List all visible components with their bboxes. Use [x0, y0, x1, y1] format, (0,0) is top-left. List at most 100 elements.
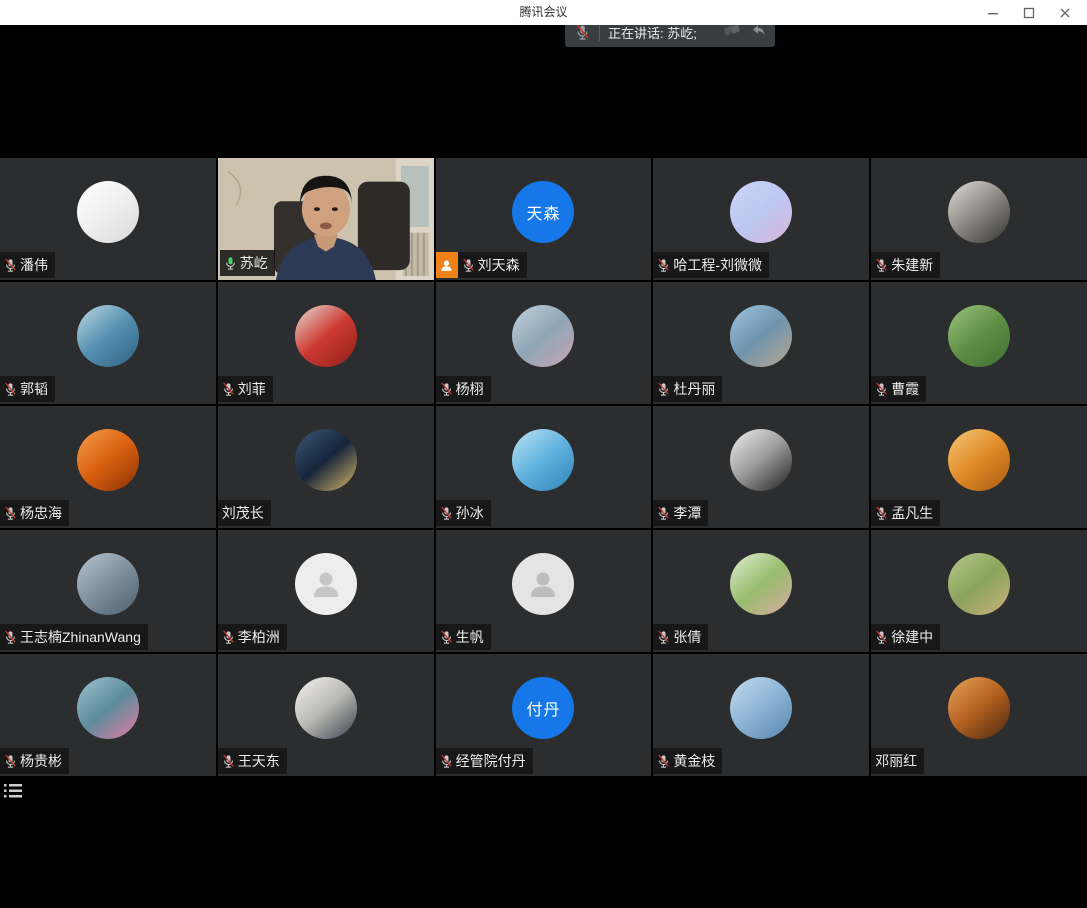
participant-tile[interactable]: 孟凡生 [871, 406, 1087, 528]
mic-icon [875, 506, 888, 521]
avatar-initials: 天森 [526, 200, 560, 224]
mic-icon [875, 258, 888, 273]
nameplate: 邓丽红 [871, 748, 924, 774]
participant-name: 杜丹丽 [673, 379, 715, 399]
nameplate: 李潭 [653, 500, 708, 526]
participant-name: 徐建中 [891, 627, 933, 647]
participant-name: 李柏洲 [238, 627, 280, 647]
banner-divider [599, 25, 600, 41]
purple-city-tower-avatar [730, 181, 792, 243]
participant-name: 邓丽红 [875, 751, 917, 771]
participant-name: 杨贵彬 [20, 751, 62, 771]
nameplate: 朱建新 [871, 252, 940, 278]
participant-tile[interactable]: 徐建中 [871, 530, 1087, 652]
text-avatar: 付丹 [512, 677, 574, 739]
nameplate: 王志楠ZhinanWang [0, 624, 148, 650]
participant-name: 经管院付丹 [456, 751, 526, 771]
participant-name: 孙冰 [456, 503, 484, 523]
participant-name: 黄金枝 [673, 751, 715, 771]
text-avatar: 天森 [512, 181, 574, 243]
mic-icon [4, 382, 17, 397]
member-list-icon[interactable] [4, 782, 24, 800]
mic-icon [222, 382, 235, 397]
participant-name: 孟凡生 [891, 503, 933, 523]
participant-tile[interactable]: 生帆 [436, 530, 652, 652]
mic-icon [875, 630, 888, 645]
participant-tile[interactable]: 天森 刘天森 [436, 158, 652, 280]
participant-name: 刘菲 [238, 379, 266, 399]
participant-name: 朱建新 [891, 255, 933, 275]
nameplate: 徐建中 [871, 624, 940, 650]
minimize-icon[interactable] [979, 0, 1007, 25]
participant-tile[interactable]: 苏屹 [218, 158, 434, 280]
participant-name: 刘茂长 [222, 503, 264, 523]
mic-icon [440, 630, 453, 645]
mic-icon [657, 630, 670, 645]
window-title: 腾讯会议 [0, 0, 1087, 25]
participant-tile[interactable]: 张倩 [653, 530, 869, 652]
nameplate: 张倩 [653, 624, 708, 650]
mountain-statues-avatar [77, 553, 139, 615]
close-icon[interactable] [1051, 0, 1079, 25]
mic-icon [875, 382, 888, 397]
mic-icon [4, 754, 17, 769]
participant-tile[interactable]: 潘伟 [0, 158, 216, 280]
mic-icon [462, 258, 475, 273]
participant-name: 潘伟 [20, 255, 48, 275]
mic-icon [4, 258, 17, 273]
mic-icon [440, 754, 453, 769]
participant-name: 杨栩 [456, 379, 484, 399]
participant-tile[interactable]: 王天东 [218, 654, 434, 776]
mic-muted-icon [575, 24, 590, 41]
participant-tile[interactable]: 哈工程-刘微微 [653, 158, 869, 280]
nameplate: 李柏洲 [218, 624, 287, 650]
participant-tile[interactable]: 郭韬 [0, 282, 216, 404]
participant-tile[interactable]: 李柏洲 [218, 530, 434, 652]
maximize-icon[interactable] [1015, 0, 1043, 25]
participant-tile[interactable]: 邓丽红 [871, 654, 1087, 776]
grayscale-coffee-mug-avatar [948, 181, 1010, 243]
nameplate: 刘茂长 [218, 500, 271, 526]
participant-name: 刘天森 [478, 255, 520, 275]
nameplate: 刘天森 [436, 252, 527, 278]
participant-tile[interactable]: 孙冰 [436, 406, 652, 528]
building-flowers-avatar [512, 305, 574, 367]
mic-icon [440, 506, 453, 521]
orange-sunset-sea-avatar [77, 429, 139, 491]
mic-icon [4, 506, 17, 521]
participant-name: 生帆 [456, 627, 484, 647]
participant-tile[interactable]: 杜丹丽 [653, 282, 869, 404]
participant-tile[interactable]: 付丹 经管院付丹 [436, 654, 652, 776]
nameplate: 哈工程-刘微微 [653, 252, 769, 278]
nameplate: 王天东 [218, 748, 287, 774]
participant-tile[interactable]: 曹霞 [871, 282, 1087, 404]
person-badge-icon [436, 252, 458, 278]
person-silhouette-small-avatar [295, 553, 357, 615]
participant-tile[interactable]: 杨贵彬 [0, 654, 216, 776]
person-silhouette-large-avatar [512, 553, 574, 615]
participant-name: 王志楠ZhinanWang [20, 627, 141, 647]
participant-tile[interactable]: 杨忠海 [0, 406, 216, 528]
nameplate: 苏屹 [220, 250, 275, 276]
participant-tile[interactable]: 黄金枝 [653, 654, 869, 776]
participant-grid: 潘伟 [0, 158, 1087, 776]
participant-tile[interactable]: 李潭 [653, 406, 869, 528]
participant-tile[interactable]: 王志楠ZhinanWang [0, 530, 216, 652]
nameplate: 经管院付丹 [436, 748, 533, 774]
nameplate: 孙冰 [436, 500, 491, 526]
seaside-pier-avatar [730, 305, 792, 367]
ink-sketch-figure-avatar [295, 677, 357, 739]
participant-tile[interactable]: 刘菲 [218, 282, 434, 404]
avatar-initials: 付丹 [526, 696, 560, 720]
participant-name: 张倩 [673, 627, 701, 647]
participant-tile[interactable]: 朱建新 [871, 158, 1087, 280]
lake-hiker-pink-avatar [77, 677, 139, 739]
person-silhouette-icon [309, 567, 343, 601]
park-landscape-avatar [948, 553, 1010, 615]
nameplate: 杜丹丽 [653, 376, 722, 402]
participant-name: 杨忠海 [20, 503, 62, 523]
participant-tile[interactable]: 杨栩 [436, 282, 652, 404]
participant-name: 郭韬 [20, 379, 48, 399]
mic-icon [222, 630, 235, 645]
participant-tile[interactable]: 刘茂长 [218, 406, 434, 528]
